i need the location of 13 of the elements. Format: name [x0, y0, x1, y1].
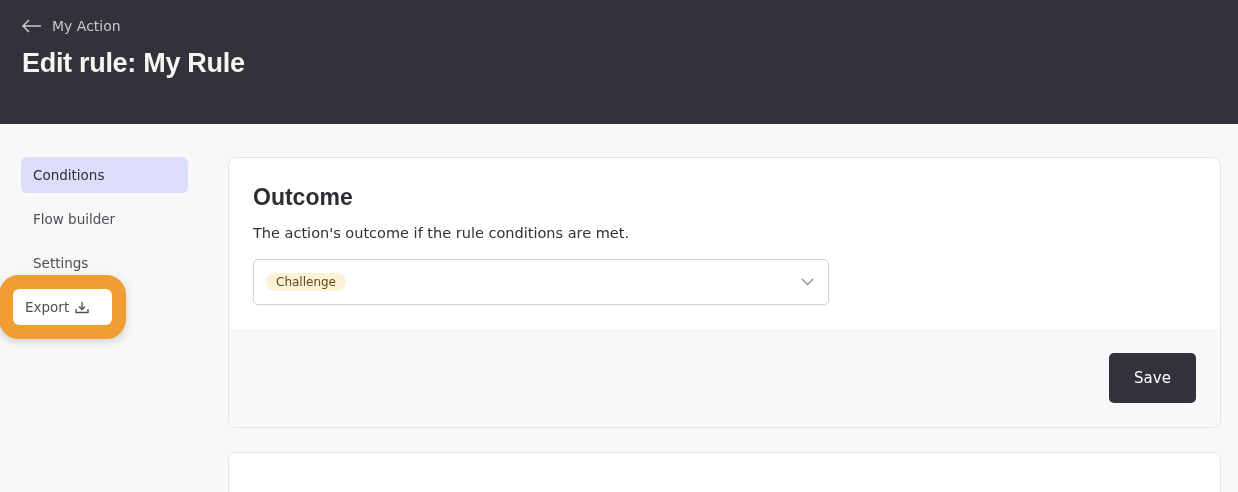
sidebar-item[interactable]: Conditions — [21, 157, 188, 193]
card-description: The action's outcome if the rule conditions are met. — [253, 225, 631, 241]
card-title: Outcome — [253, 184, 354, 211]
page-title: Edit rule: My Rule — [22, 48, 246, 79]
back-link[interactable]: My Action — [22, 18, 121, 34]
chevron-down-icon — [801, 278, 814, 286]
save-button[interactable]: Save — [1109, 353, 1196, 403]
back-arrow-icon — [22, 19, 42, 33]
download-icon — [75, 300, 90, 314]
outcome-tag: Challenge — [266, 273, 346, 291]
sidebar-item[interactable]: Flow builder — [21, 201, 188, 237]
outcome-select[interactable]: Challenge — [253, 259, 829, 305]
sidebar-item[interactable]: Settings — [21, 245, 188, 281]
